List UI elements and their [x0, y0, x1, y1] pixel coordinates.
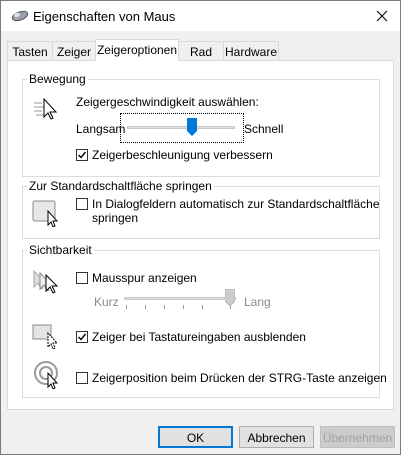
fast-label: Schnell — [244, 122, 284, 136]
visibility-group-title: Sichtbarkeit — [27, 243, 94, 257]
close-icon — [376, 10, 388, 22]
tab-hardware[interactable]: Hardware — [223, 41, 279, 60]
hide-while-typing-label: Zeiger bei Tastatureingaben ausblenden — [92, 330, 306, 344]
tab-zeigeroptionen[interactable]: Zeigeroptionen — [95, 39, 179, 61]
pointer-trails-checkbox[interactable] — [76, 272, 88, 284]
title-bar: Eigenschaften von Maus — [1, 1, 400, 31]
speed-slider[interactable] — [120, 113, 244, 143]
long-label: Lang — [244, 295, 271, 309]
tab-zeiger[interactable]: Zeiger — [52, 41, 96, 60]
pointer-speed-icon — [34, 97, 58, 120]
motion-group-title: Bewegung — [27, 72, 88, 86]
tab-panel: Bewegung Zeigergeschwindigkeit auswählen… — [7, 60, 394, 410]
close-button[interactable] — [364, 1, 400, 31]
tick — [202, 305, 203, 309]
mouse-properties-window: Eigenschaften von Maus Tasten Zeiger Zei… — [0, 0, 401, 455]
ok-button[interactable]: OK — [158, 426, 233, 448]
snap-checkbox[interactable] — [76, 198, 88, 210]
trails-slider-track — [124, 297, 236, 300]
ok-label: OK — [186, 431, 205, 445]
short-label: Kurz — [94, 295, 119, 309]
pointer-trails-label: Mausspur anzeigen — [92, 271, 197, 285]
show-location-checkbox[interactable] — [76, 372, 88, 384]
speed-slider-track — [127, 126, 235, 129]
show-location-icon — [34, 361, 59, 389]
trails-length-slider[interactable] — [120, 287, 242, 311]
tab-tasten[interactable]: Tasten — [7, 41, 53, 60]
slow-label: Langsam — [76, 122, 126, 136]
tick — [145, 305, 146, 309]
cancel-button[interactable]: Abbrechen — [239, 426, 314, 448]
apply-label: Übernehmen — [322, 431, 393, 445]
apply-button[interactable]: Übernehmen — [320, 426, 395, 448]
tab-label: Rad — [189, 45, 212, 59]
tick — [164, 305, 165, 309]
speed-label: Zeigergeschwindigkeit auswählen: — [76, 95, 259, 109]
mouse-icon — [11, 10, 29, 22]
snap-group: Zur Standardschaltfläche springen — [22, 179, 380, 239]
pointer-trails-icon — [33, 269, 59, 294]
tab-label: Zeigeroptionen — [96, 43, 178, 57]
snap-label-line2: springen — [92, 211, 139, 225]
speed-slider-thumb[interactable] — [186, 118, 197, 136]
enhance-precision-checkbox[interactable] — [76, 149, 88, 161]
tick — [183, 305, 184, 309]
snap-group-title: Zur Standardschaltfläche springen — [27, 179, 214, 193]
tab-label: Hardware — [224, 45, 278, 59]
window-title: Eigenschaften von Maus — [33, 9, 176, 24]
snap-to-icon — [32, 200, 59, 227]
snap-label-line1: In Dialogfeldern automatisch zur Standar… — [92, 197, 380, 211]
show-location-label: Zeigerposition beim Drücken der STRG-Tas… — [92, 371, 387, 385]
hide-pointer-icon — [32, 324, 59, 349]
enhance-precision-label: Zeigerbeschleunigung verbessern — [92, 148, 273, 162]
tab-rad[interactable]: Rad — [178, 41, 224, 60]
tick — [126, 305, 127, 309]
hide-while-typing-checkbox[interactable] — [76, 331, 88, 343]
tab-strip: Tasten Zeiger Zeigeroptionen Rad Hardwar… — [1, 39, 400, 61]
cancel-label: Abbrechen — [247, 431, 306, 445]
tab-label: Tasten — [12, 45, 48, 59]
tab-label: Zeiger — [56, 45, 91, 59]
trails-slider-thumb[interactable] — [224, 288, 236, 307]
